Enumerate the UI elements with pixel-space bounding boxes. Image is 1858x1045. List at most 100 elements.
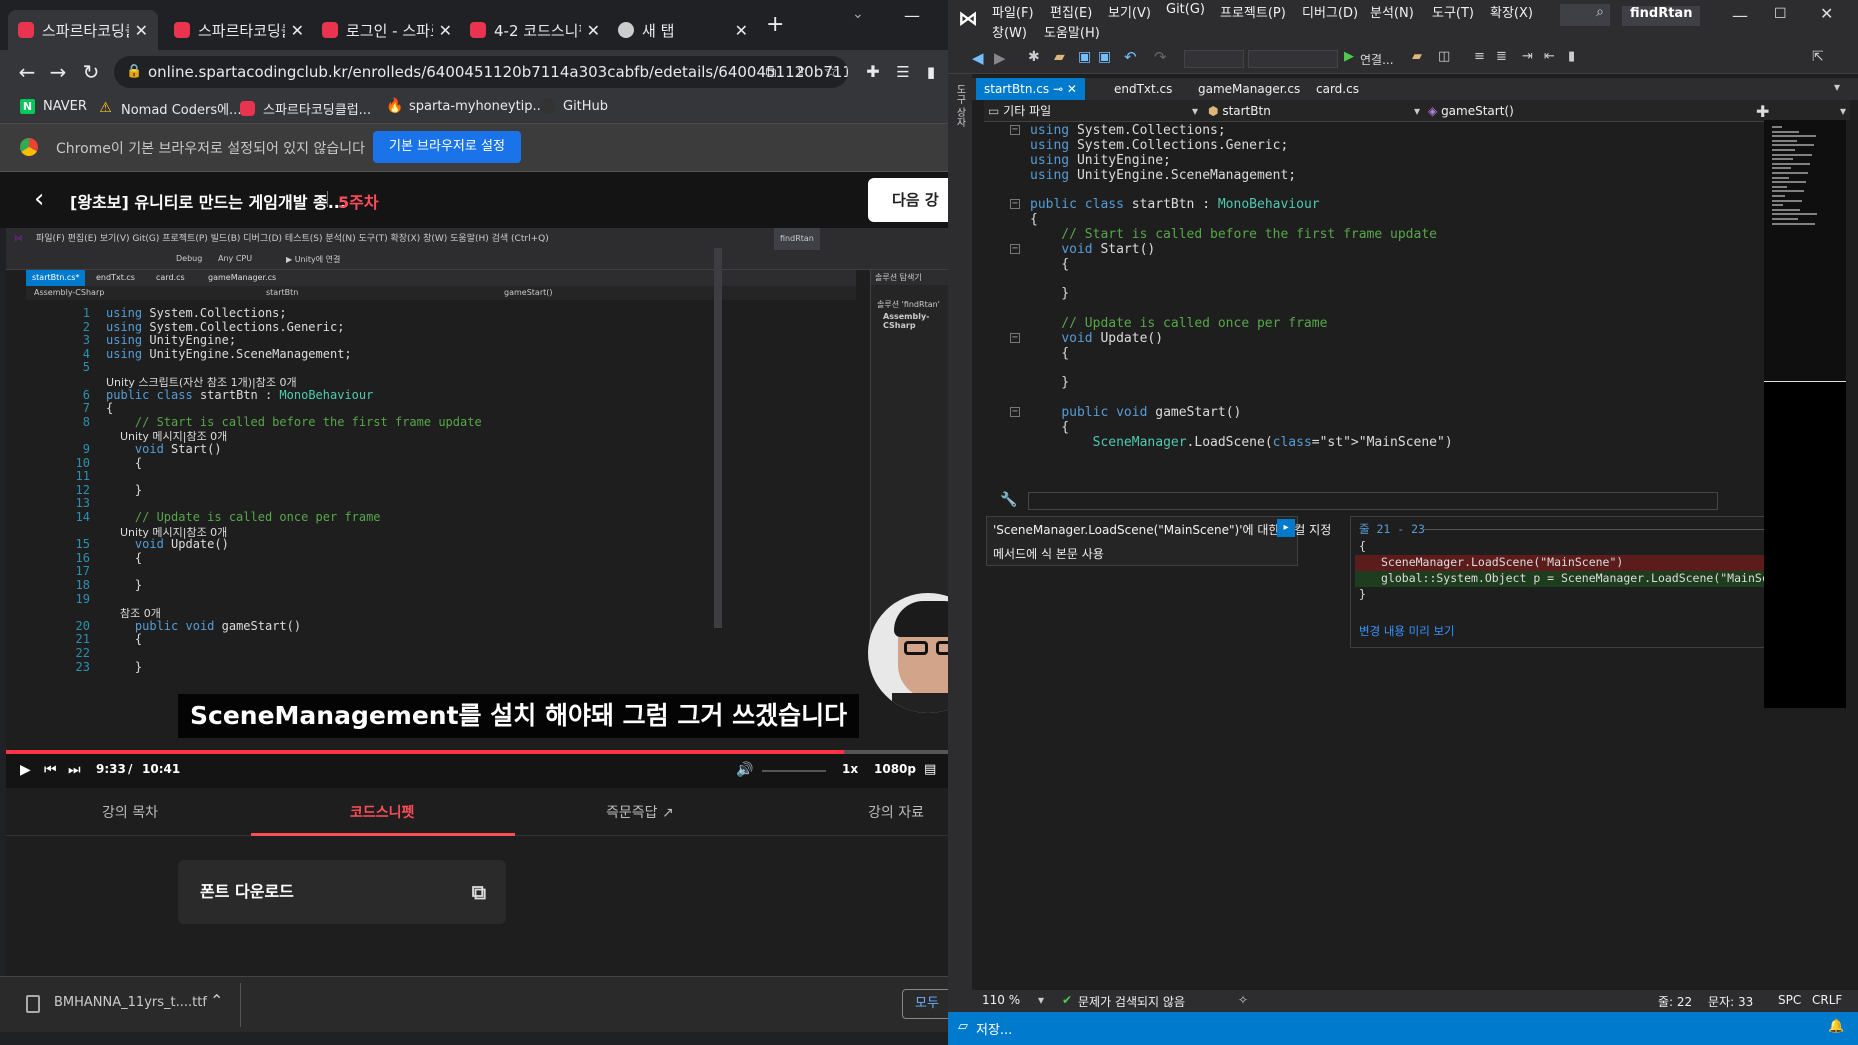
previous-icon[interactable]: ⏮ — [44, 762, 57, 778]
captions-icon[interactable]: ▤ — [924, 762, 936, 777]
fold-toggle-icon[interactable]: − — [1010, 125, 1020, 135]
tab-code-snippets[interactable]: 코드스니펫 — [350, 802, 414, 822]
fold-toggle-icon[interactable]: − — [1010, 199, 1020, 210]
play-icon[interactable]: ▶ — [20, 762, 31, 778]
notifications-icon[interactable]: 🔔 — [1828, 1019, 1844, 1034]
close-tab-icon[interactable]: ✕ — [135, 21, 148, 40]
set-default-button[interactable]: 기본 브라우저로 설정 — [373, 131, 521, 163]
live-share-icon[interactable]: ⇱ — [1812, 49, 1824, 65]
attach-button[interactable]: 연결... — [1360, 51, 1394, 68]
close-icon[interactable]: ✕ — [1820, 4, 1833, 23]
quality-button[interactable]: 1080p — [874, 762, 916, 776]
tab-overflow-icon[interactable]: ▾ — [1834, 80, 1840, 94]
bookmark-github[interactable]: GitHub — [540, 99, 608, 114]
close-tab-icon[interactable]: ✕ — [735, 21, 748, 40]
back-icon[interactable]: ← — [14, 59, 40, 85]
address-bar[interactable]: 🔒 online.spartacodingclub.kr/enrolleds/6… — [114, 56, 848, 88]
type-dropdown[interactable]: ⬢ startBtn ▾ — [1208, 103, 1420, 119]
menu-file[interactable]: 파일(F) — [992, 2, 1034, 21]
pin-icon[interactable]: ⊸ — [1053, 82, 1063, 96]
volume-icon[interactable]: 🔊 — [736, 762, 753, 778]
video-player[interactable]: ⋈ 파일(F) 편집(E) 보기(V) Git(G) 프로젝트(P) 빌드(B)… — [6, 228, 948, 788]
tab-endtxt[interactable]: endTxt.cs — [1106, 78, 1180, 100]
code-minimap[interactable] — [1764, 120, 1846, 708]
tab-qna[interactable]: 즉문즉답 ↗ — [606, 802, 674, 822]
minimap-viewport[interactable] — [1764, 120, 1846, 382]
fold-toggle-icon[interactable]: − — [1010, 332, 1020, 343]
zoom-level[interactable]: 110 % — [982, 993, 1020, 1007]
project-dropdown[interactable]: ▭ 기타 파일 ▾ — [988, 103, 1198, 119]
preview-changes-link[interactable]: 변경 내용 미리 보기 — [1359, 623, 1455, 639]
back-chevron-icon[interactable]: ‹ — [34, 184, 44, 214]
speed-button[interactable]: 1x — [842, 762, 858, 776]
side-panel-icon[interactable]: ▮ — [918, 59, 944, 85]
browser-tab-3[interactable]: 로그인 - 스파르 ✕ — [312, 10, 462, 50]
bookmark-naver[interactable]: N NAVER — [20, 99, 87, 114]
copy-icon[interactable]: ⧉ — [472, 860, 486, 924]
bookmark-honeytip[interactable]: 🔥 sparta-myhoneytip... — [386, 99, 545, 115]
menu-tools[interactable]: 도구(T) — [1432, 2, 1474, 21]
chevron-up-icon[interactable]: ⌃ — [210, 991, 223, 1010]
expand-preview-icon[interactable]: ▸ — [1277, 519, 1295, 537]
cast-icon[interactable]: ⧉ — [758, 59, 784, 85]
minimize-icon[interactable]: — — [1732, 6, 1748, 25]
close-tab-icon[interactable]: ✕ — [291, 21, 304, 40]
menu-extensions[interactable]: 확장(X) — [1490, 2, 1533, 21]
vertical-scrollbar[interactable] — [1846, 120, 1858, 990]
volume-slider[interactable] — [762, 770, 826, 772]
format-icon[interactable]: ≡ — [1474, 49, 1485, 64]
platform-dropdown[interactable] — [1248, 50, 1338, 68]
tab-card[interactable]: card.cs — [1308, 78, 1367, 100]
new-tab-icon[interactable]: + — [766, 12, 784, 37]
menu-git[interactable]: Git(G) — [1166, 2, 1205, 17]
save-icon[interactable]: ▣ — [1078, 49, 1091, 65]
reload-icon[interactable]: ↻ — [78, 59, 104, 85]
share-icon[interactable]: ⇪ — [788, 59, 814, 85]
split-editor-icon[interactable]: ✚ — [1756, 102, 1769, 121]
config-dropdown[interactable] — [1184, 50, 1244, 68]
save-all-icon[interactable]: ▣ — [1098, 49, 1111, 65]
close-tab-icon[interactable]: ✕ — [439, 21, 452, 40]
screwdriver-icon[interactable]: 🔧 — [1000, 492, 1017, 508]
new-item-icon[interactable]: ✱ — [1028, 49, 1040, 65]
tab-startbtn[interactable]: startBtn.cs ⊸ ✕ — [976, 78, 1085, 100]
indent-icon[interactable]: ⇥ — [1522, 49, 1533, 64]
forward-icon[interactable]: → — [45, 59, 71, 85]
whitespace-mode[interactable]: SPC — [1778, 993, 1801, 1007]
outdent-icon[interactable]: ⇤ — [1544, 49, 1555, 64]
browser-tab-5[interactable]: 새 탭 ✕ — [608, 10, 758, 50]
next-lecture-button[interactable]: 다음 강의 — [868, 178, 948, 253]
tab-lecture-materials[interactable]: 강의 자료 — [868, 802, 924, 822]
tab-lecture-contents[interactable]: 강의 목차 — [102, 802, 158, 822]
close-tab-icon[interactable]: ✕ — [1067, 82, 1077, 96]
menu-view[interactable]: 보기(V) — [1108, 2, 1151, 21]
menu-help[interactable]: 도움말(H) — [1044, 22, 1100, 41]
menu-debug[interactable]: 디버그(D) — [1302, 2, 1358, 21]
toolbox-icon[interactable]: 도구 상자 — [952, 84, 967, 127]
reading-list-icon[interactable]: ☰ — [890, 59, 916, 85]
extensions-icon[interactable]: ✚ — [860, 59, 886, 85]
quick-action-expression-body[interactable]: 메서드에 식 본문 사용 — [993, 545, 1104, 562]
tab-gamemanager[interactable]: gameManager.cs — [1190, 78, 1308, 100]
toolbar-folder-icon[interactable]: ▰ — [1412, 49, 1422, 64]
line-ending[interactable]: CRLF — [1812, 993, 1842, 1007]
font-download-card[interactable]: 폰트 다운로드 ⧉ — [178, 860, 506, 924]
open-folder-icon[interactable]: ▰ — [1054, 49, 1065, 65]
refactor-icon[interactable]: ✧ — [1238, 993, 1248, 1007]
nav-forward-icon[interactable]: ▶ — [994, 49, 1006, 67]
menu-edit[interactable]: 편집(E) — [1050, 2, 1092, 21]
maximize-icon[interactable]: ☐ — [1774, 6, 1787, 22]
next-icon[interactable]: ⏭ — [68, 762, 81, 778]
browser-tab-4[interactable]: 4-2 코드스니펫 ✕ — [460, 10, 610, 50]
undo-icon[interactable]: ↶ — [1124, 48, 1137, 66]
bookmark-nomad[interactable]: ⚠ Nomad Coders에... — [98, 99, 241, 119]
tab-search-icon[interactable]: ⌄ — [852, 6, 864, 22]
bookmark-sparta[interactable]: 스파르타코딩클럽... — [240, 99, 371, 118]
menu-project[interactable]: 프로젝트(P) — [1220, 2, 1286, 21]
comment-icon[interactable]: ≣ — [1496, 49, 1507, 64]
fold-toggle-icon[interactable]: − — [1010, 407, 1020, 418]
issues-status[interactable]: 문제가 검색되지 않음 — [1078, 993, 1185, 1010]
close-tab-icon[interactable]: ✕ — [587, 21, 600, 40]
member-dropdown[interactable]: ◈ gameStart() ▾ — [1428, 103, 1846, 119]
redo-icon[interactable]: ↷ — [1154, 48, 1167, 66]
